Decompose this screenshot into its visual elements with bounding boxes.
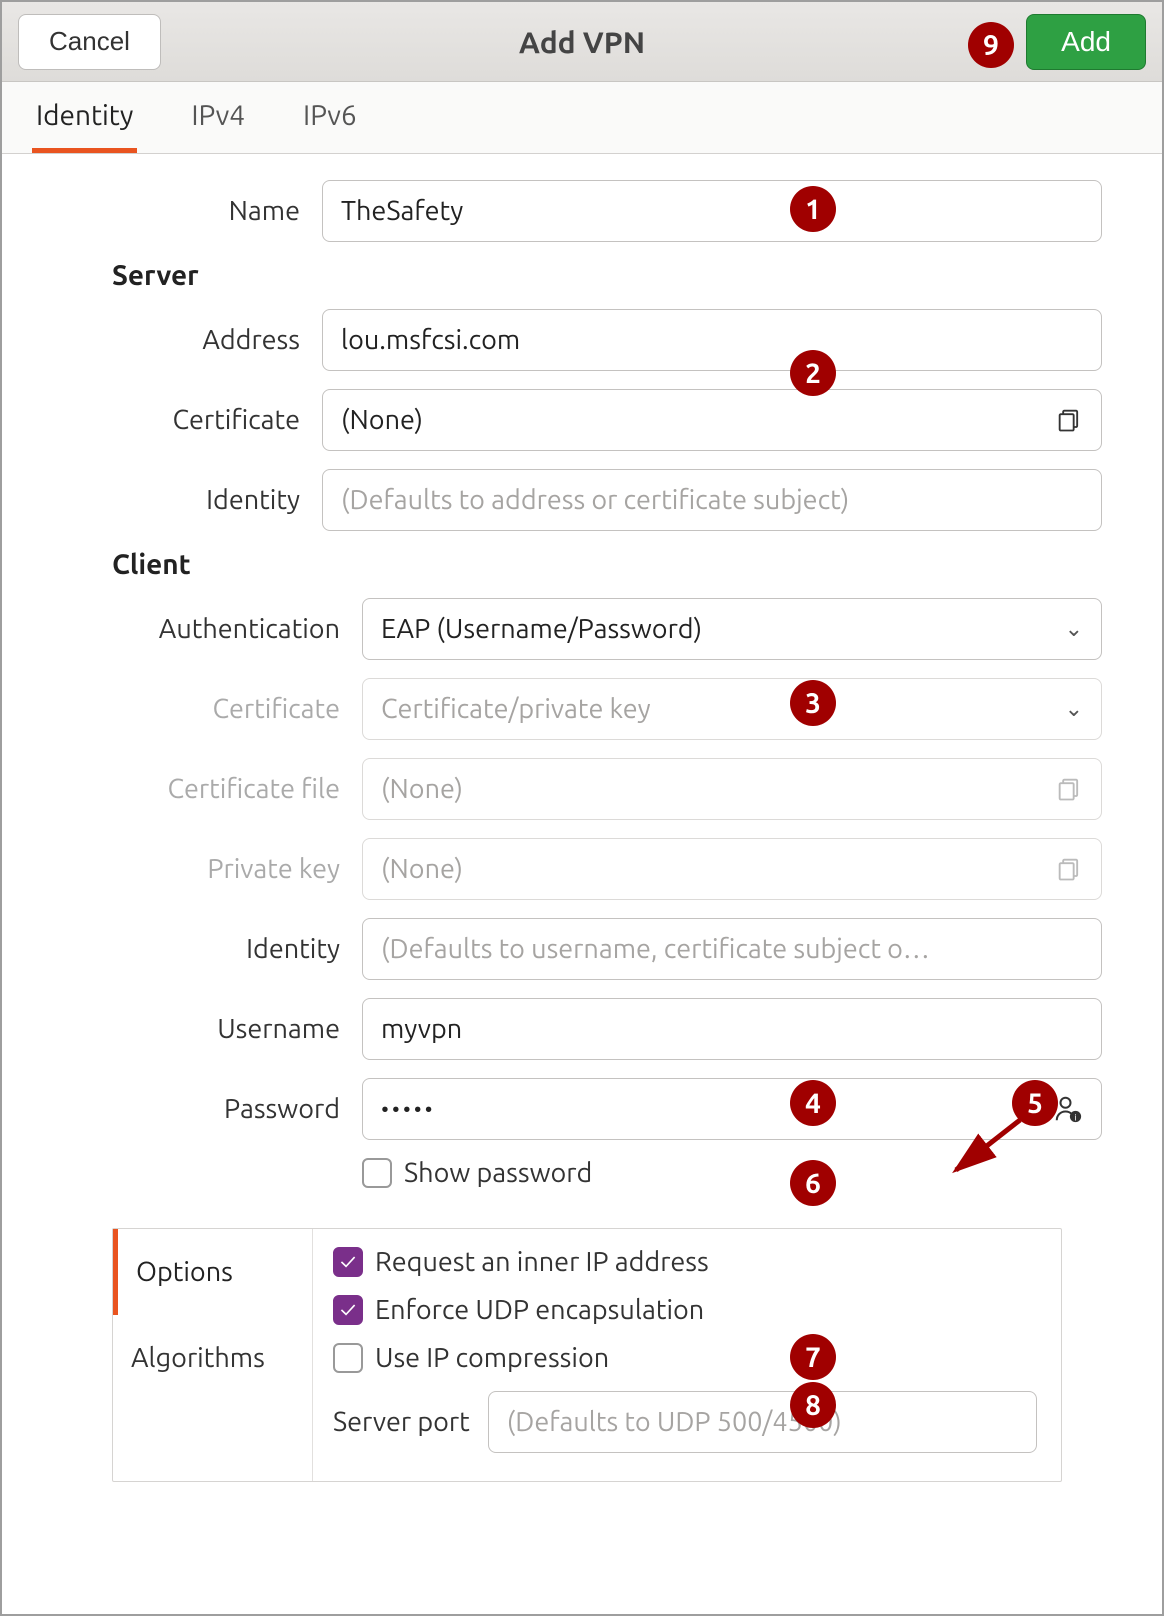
titlebar: Cancel Add VPN Add <box>2 2 1162 82</box>
show-password-checkbox[interactable] <box>362 1158 392 1188</box>
enforce-udp-checkbox[interactable] <box>333 1295 363 1325</box>
client-identity-field[interactable]: (Defaults to username, certificate subje… <box>362 918 1102 980</box>
server-section-heading: Server <box>112 260 221 291</box>
private-key-chooser: (None) <box>362 838 1102 900</box>
server-port-field[interactable]: (Defaults to UDP 500/4500) <box>488 1391 1037 1453</box>
open-file-icon <box>1055 855 1083 883</box>
cancel-button[interactable]: Cancel <box>18 14 161 70</box>
request-inner-ip-label: Request an inner IP address <box>375 1247 709 1277</box>
label-name: Name <box>62 196 322 226</box>
label-private-key: Private key <box>62 854 362 884</box>
authentication-value: EAP (Username/Password) <box>381 614 702 644</box>
private-key-value: (None) <box>381 854 463 884</box>
password-field[interactable]: ••••• i <box>362 1078 1102 1140</box>
label-authentication: Authentication <box>62 614 362 644</box>
label-server-identity: Identity <box>62 485 322 515</box>
add-vpn-window: Cancel Add VPN Add Identity IPv4 IPv6 1 … <box>0 0 1164 1616</box>
algorithms-tab[interactable]: Algorithms <box>113 1315 312 1401</box>
password-storage-icon[interactable]: i <box>1053 1094 1083 1124</box>
certificate-file-chooser: (None) <box>362 758 1102 820</box>
show-password-row: Show password <box>362 1158 1102 1188</box>
add-button[interactable]: Add <box>1026 14 1146 70</box>
options-sidebar: Options Algorithms <box>113 1229 313 1481</box>
options-panel: Options Algorithms Request an inner IP a… <box>112 1228 1062 1482</box>
server-identity-field[interactable]: (Defaults to address or certificate subj… <box>322 469 1102 531</box>
client-certificate-kind-value: Certificate/private key <box>381 694 651 724</box>
label-server-port: Server port <box>333 1407 470 1437</box>
username-field[interactable]: myvpn <box>362 998 1102 1060</box>
label-client-identity: Identity <box>62 934 362 964</box>
label-client-certificate: Certificate <box>62 694 362 724</box>
request-inner-ip-checkbox[interactable] <box>333 1247 363 1277</box>
tabs: Identity IPv4 IPv6 <box>2 82 1162 154</box>
server-certificate-value: (None) <box>341 405 423 435</box>
options-tab[interactable]: Options <box>113 1229 312 1315</box>
chevron-down-icon: ⌄ <box>1065 616 1083 642</box>
password-value: ••••• <box>381 1097 436 1122</box>
ip-compression-label: Use IP compression <box>375 1343 609 1373</box>
open-file-icon <box>1055 406 1083 434</box>
label-address: Address <box>62 325 322 355</box>
form-area: 1 2 3 4 5 6 7 8 Name TheSafety Server Ad… <box>2 154 1162 1614</box>
client-section-heading: Client <box>112 549 213 580</box>
name-field[interactable]: TheSafety <box>322 180 1102 242</box>
window-title: Add VPN <box>2 25 1162 59</box>
enforce-udp-label: Enforce UDP encapsulation <box>375 1295 704 1325</box>
chevron-down-icon: ⌄ <box>1065 696 1083 722</box>
options-content: Request an inner IP address Enforce UDP … <box>313 1229 1061 1481</box>
svg-text:i: i <box>1075 1112 1077 1122</box>
tab-ipv6[interactable]: IPv6 <box>299 82 361 153</box>
tab-identity[interactable]: Identity <box>32 82 137 153</box>
label-certificate-file: Certificate file <box>62 774 362 804</box>
authentication-select[interactable]: EAP (Username/Password) ⌄ <box>362 598 1102 660</box>
open-file-icon <box>1055 775 1083 803</box>
ip-compression-checkbox[interactable] <box>333 1343 363 1373</box>
certificate-file-value: (None) <box>381 774 463 804</box>
client-certificate-kind-select: Certificate/private key ⌄ <box>362 678 1102 740</box>
tab-ipv4[interactable]: IPv4 <box>187 82 249 153</box>
server-certificate-chooser[interactable]: (None) <box>322 389 1102 451</box>
label-password: Password <box>62 1094 362 1124</box>
show-password-label: Show password <box>404 1158 592 1188</box>
address-field[interactable]: lou.msfcsi.com <box>322 309 1102 371</box>
label-server-certificate: Certificate <box>62 405 322 435</box>
label-username: Username <box>62 1014 362 1044</box>
